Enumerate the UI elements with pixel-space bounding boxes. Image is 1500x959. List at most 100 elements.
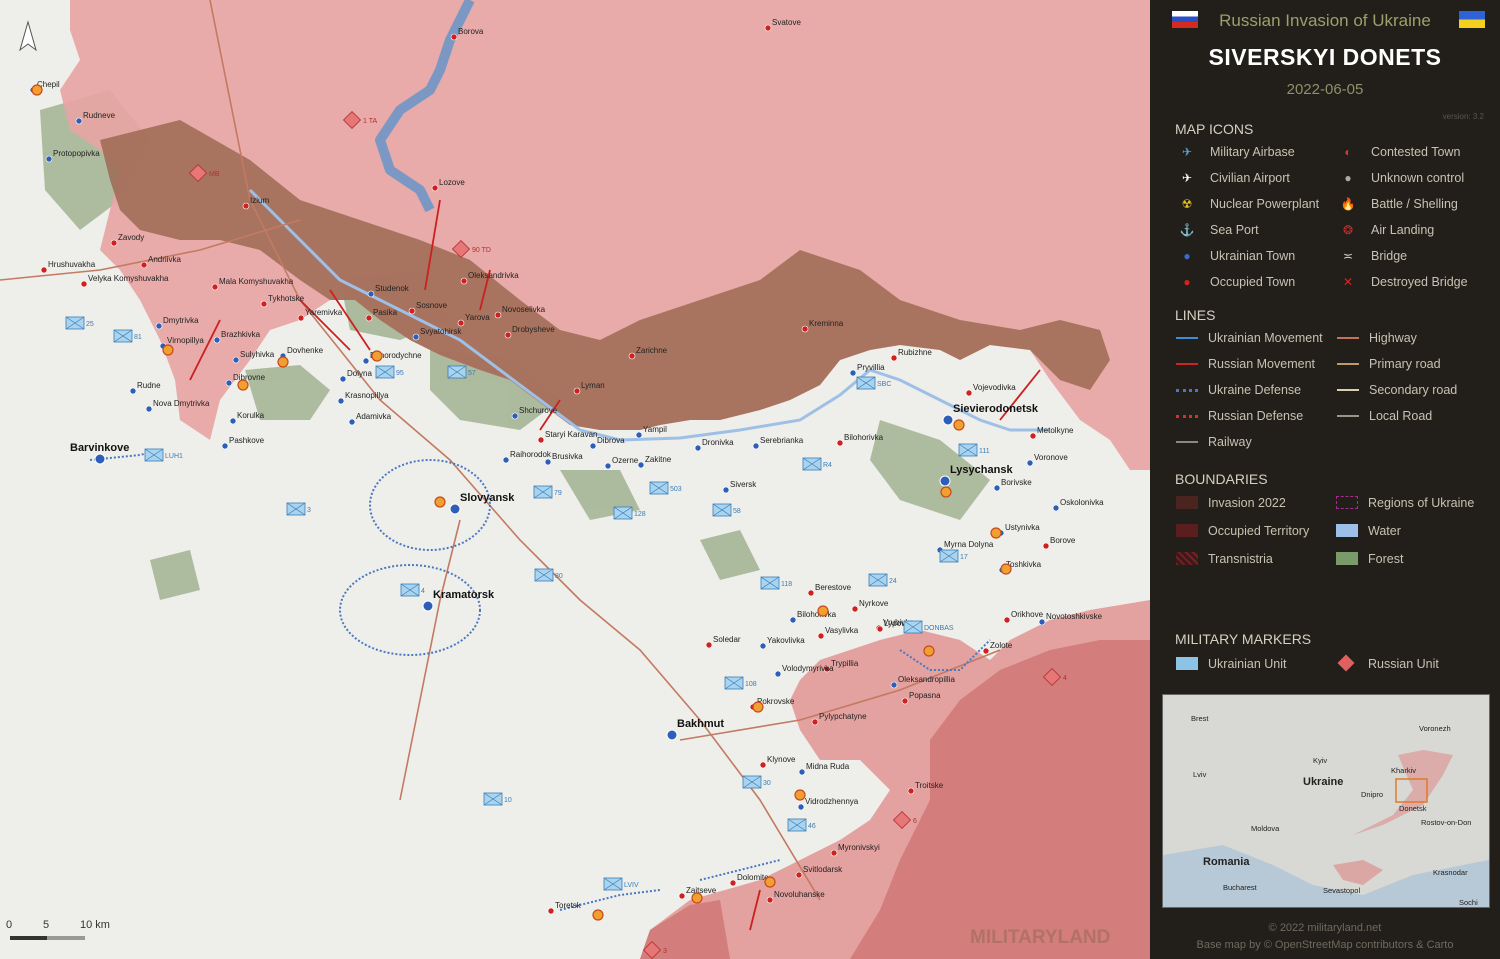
legend-label: Primary road — [1369, 357, 1441, 371]
ukrainian-town-icon — [367, 290, 375, 298]
air-landing-icon: ❂ — [1342, 223, 1354, 237]
ukrainian-town-icon — [694, 444, 702, 452]
occupied-town-icon — [457, 319, 465, 327]
occupied-town-icon — [110, 239, 118, 247]
town-label: Sosnove — [416, 301, 448, 310]
town-label: Studenok — [375, 284, 410, 293]
town-label: Berestove — [815, 583, 852, 592]
occupied-town-icon — [365, 314, 373, 322]
legend-item-destroyed-bridge: ✕ Destroyed Bridge — [1343, 273, 1468, 291]
ukrainian-town-icon — [752, 442, 760, 450]
inset-label-donetsk: Donetsk — [1399, 804, 1427, 813]
ukrainian-town-icon — [362, 357, 370, 365]
ukrainian-unit-label: DONBAS — [924, 625, 954, 632]
legend-item-battle-shelling: 🔥 Battle / Shelling — [1341, 195, 1458, 213]
town-label: Dolyna — [347, 369, 372, 378]
town-label: Raihorodok — [510, 450, 552, 459]
battle-shelling-icon — [434, 496, 446, 508]
occupied-town-icon — [901, 697, 909, 705]
ukrainian-town-icon — [759, 642, 767, 650]
legend-item-sea-port: ⚓ Sea Port — [1180, 221, 1259, 239]
legend-label: Secondary road — [1369, 383, 1458, 397]
legend-item-ukrainian-town: ● Ukrainian Town — [1183, 247, 1296, 265]
military-markers-heading: MILITARY MARKERS — [1175, 631, 1312, 647]
town-label: Oskolonivka — [1060, 498, 1104, 507]
town-label: Ustynivka — [1005, 523, 1040, 532]
town-label: Toretsk — [555, 901, 582, 910]
ukrainian-unit-label: LVIV — [624, 882, 639, 889]
town-label: Ozerne — [612, 456, 639, 465]
town-label: Dmytrivka — [163, 316, 199, 325]
legend-boundary-water: Water — [1336, 522, 1401, 540]
town-label: Borivske — [1001, 478, 1032, 487]
town-label: Klynove — [767, 755, 796, 764]
ukrainian-town-icon — [774, 670, 782, 678]
occupied-town-icon — [260, 300, 268, 308]
ukrainian-unit-label: 25 — [86, 321, 94, 328]
legend-item-air-landing: ❂ Air Landing — [1343, 221, 1434, 239]
sea-port-icon: ⚓ — [1179, 223, 1195, 237]
line-swatch — [1337, 415, 1359, 417]
ukrainian-unit-label: 57 — [468, 370, 476, 377]
occupied-town-icon — [537, 436, 545, 444]
inset-label-kyiv: Kyiv — [1313, 756, 1327, 765]
legend-line-local-road: Local Road — [1337, 407, 1432, 425]
occupied-town-icon — [140, 261, 148, 269]
town-label: Dolomite — [737, 873, 769, 882]
legend-label: Ukrainian Town — [1210, 249, 1296, 263]
town-label: Brazhkivka — [221, 330, 261, 339]
town-label: Svyatohirsk — [420, 327, 462, 336]
town-label: Zolote — [990, 641, 1013, 650]
boundary-swatch — [1336, 552, 1358, 565]
legend-line-secondary-road: Secondary road — [1337, 381, 1458, 399]
inset-label-moldova: Moldova — [1251, 824, 1280, 833]
city-label: Slovyansk — [460, 492, 515, 504]
ukrainian-unit-label: 118 — [781, 581, 792, 588]
ukrainian-unit-label: 24 — [889, 578, 897, 585]
legend-line-russian-defense: Russian Defense — [1176, 407, 1303, 425]
legend-line-ukrainian-movement: Ukrainian Movement — [1176, 329, 1323, 347]
ukrainian-town-icon — [348, 418, 356, 426]
occupied-town-icon — [705, 641, 713, 649]
map-area[interactable]: Barvinkove Slovyansk Kramatorsk Bakhmut Lysy… — [0, 0, 1150, 959]
ukrainian-town-icon — [145, 405, 153, 413]
ukrainian-town-icon — [722, 486, 730, 494]
city-marker-ukrainian-town-icon — [942, 414, 954, 426]
legend-label: Nuclear Powerplant — [1210, 197, 1320, 211]
bridge-icon: ≍ — [1342, 249, 1354, 263]
occupied-town-icon — [907, 787, 915, 795]
ukrainian-town-icon — [604, 462, 612, 470]
legend-label: Ukrainian Movement — [1208, 331, 1323, 345]
legend-label: Contested Town — [1371, 145, 1461, 159]
ukrainian-unit-icon — [1176, 657, 1198, 670]
town-label: Midna Ruda — [806, 762, 850, 771]
occupied-town-icon — [876, 625, 884, 633]
ukrainian-town-icon — [337, 397, 345, 405]
watermark: MILITARYLAND — [970, 927, 1110, 948]
legend-label: Occupied Territory — [1208, 524, 1310, 538]
inset-label-bucharest: Bucharest — [1223, 883, 1258, 892]
legend-panel: Russian Invasion of Ukraine SIVERSKYI DO… — [1150, 0, 1500, 959]
legend-label: Ukrainian Unit — [1208, 657, 1287, 671]
line-swatch — [1176, 389, 1198, 392]
legend-label: Water — [1368, 524, 1401, 538]
occupied-town-icon — [242, 202, 250, 210]
legend-label: Civilian Airport — [1210, 171, 1290, 185]
battle-shelling-icon — [940, 486, 952, 498]
town-label: Svitlodarsk — [803, 865, 843, 874]
russian-unit-label: MB — [209, 171, 220, 178]
ukrainian-unit-label: SBC — [877, 381, 891, 388]
town-label: Protopopivka — [53, 149, 100, 158]
town-label: Nyrkove — [859, 599, 889, 608]
russian-unit-label: 90 TD — [472, 247, 491, 254]
town-label: Zavody — [118, 233, 144, 242]
legend-item-bridge: ≍ Bridge — [1343, 247, 1407, 265]
occupied-town-icon — [890, 354, 898, 362]
occupied-town-icon — [817, 632, 825, 640]
town-label: Dovhenke — [287, 346, 324, 355]
town-label: Pashkove — [229, 436, 265, 445]
ukrainian-town-icon — [229, 417, 237, 425]
line-swatch — [1337, 363, 1359, 365]
ukrainian-town-icon — [789, 616, 797, 624]
city-label: Sievierodonetsk — [953, 403, 1039, 415]
